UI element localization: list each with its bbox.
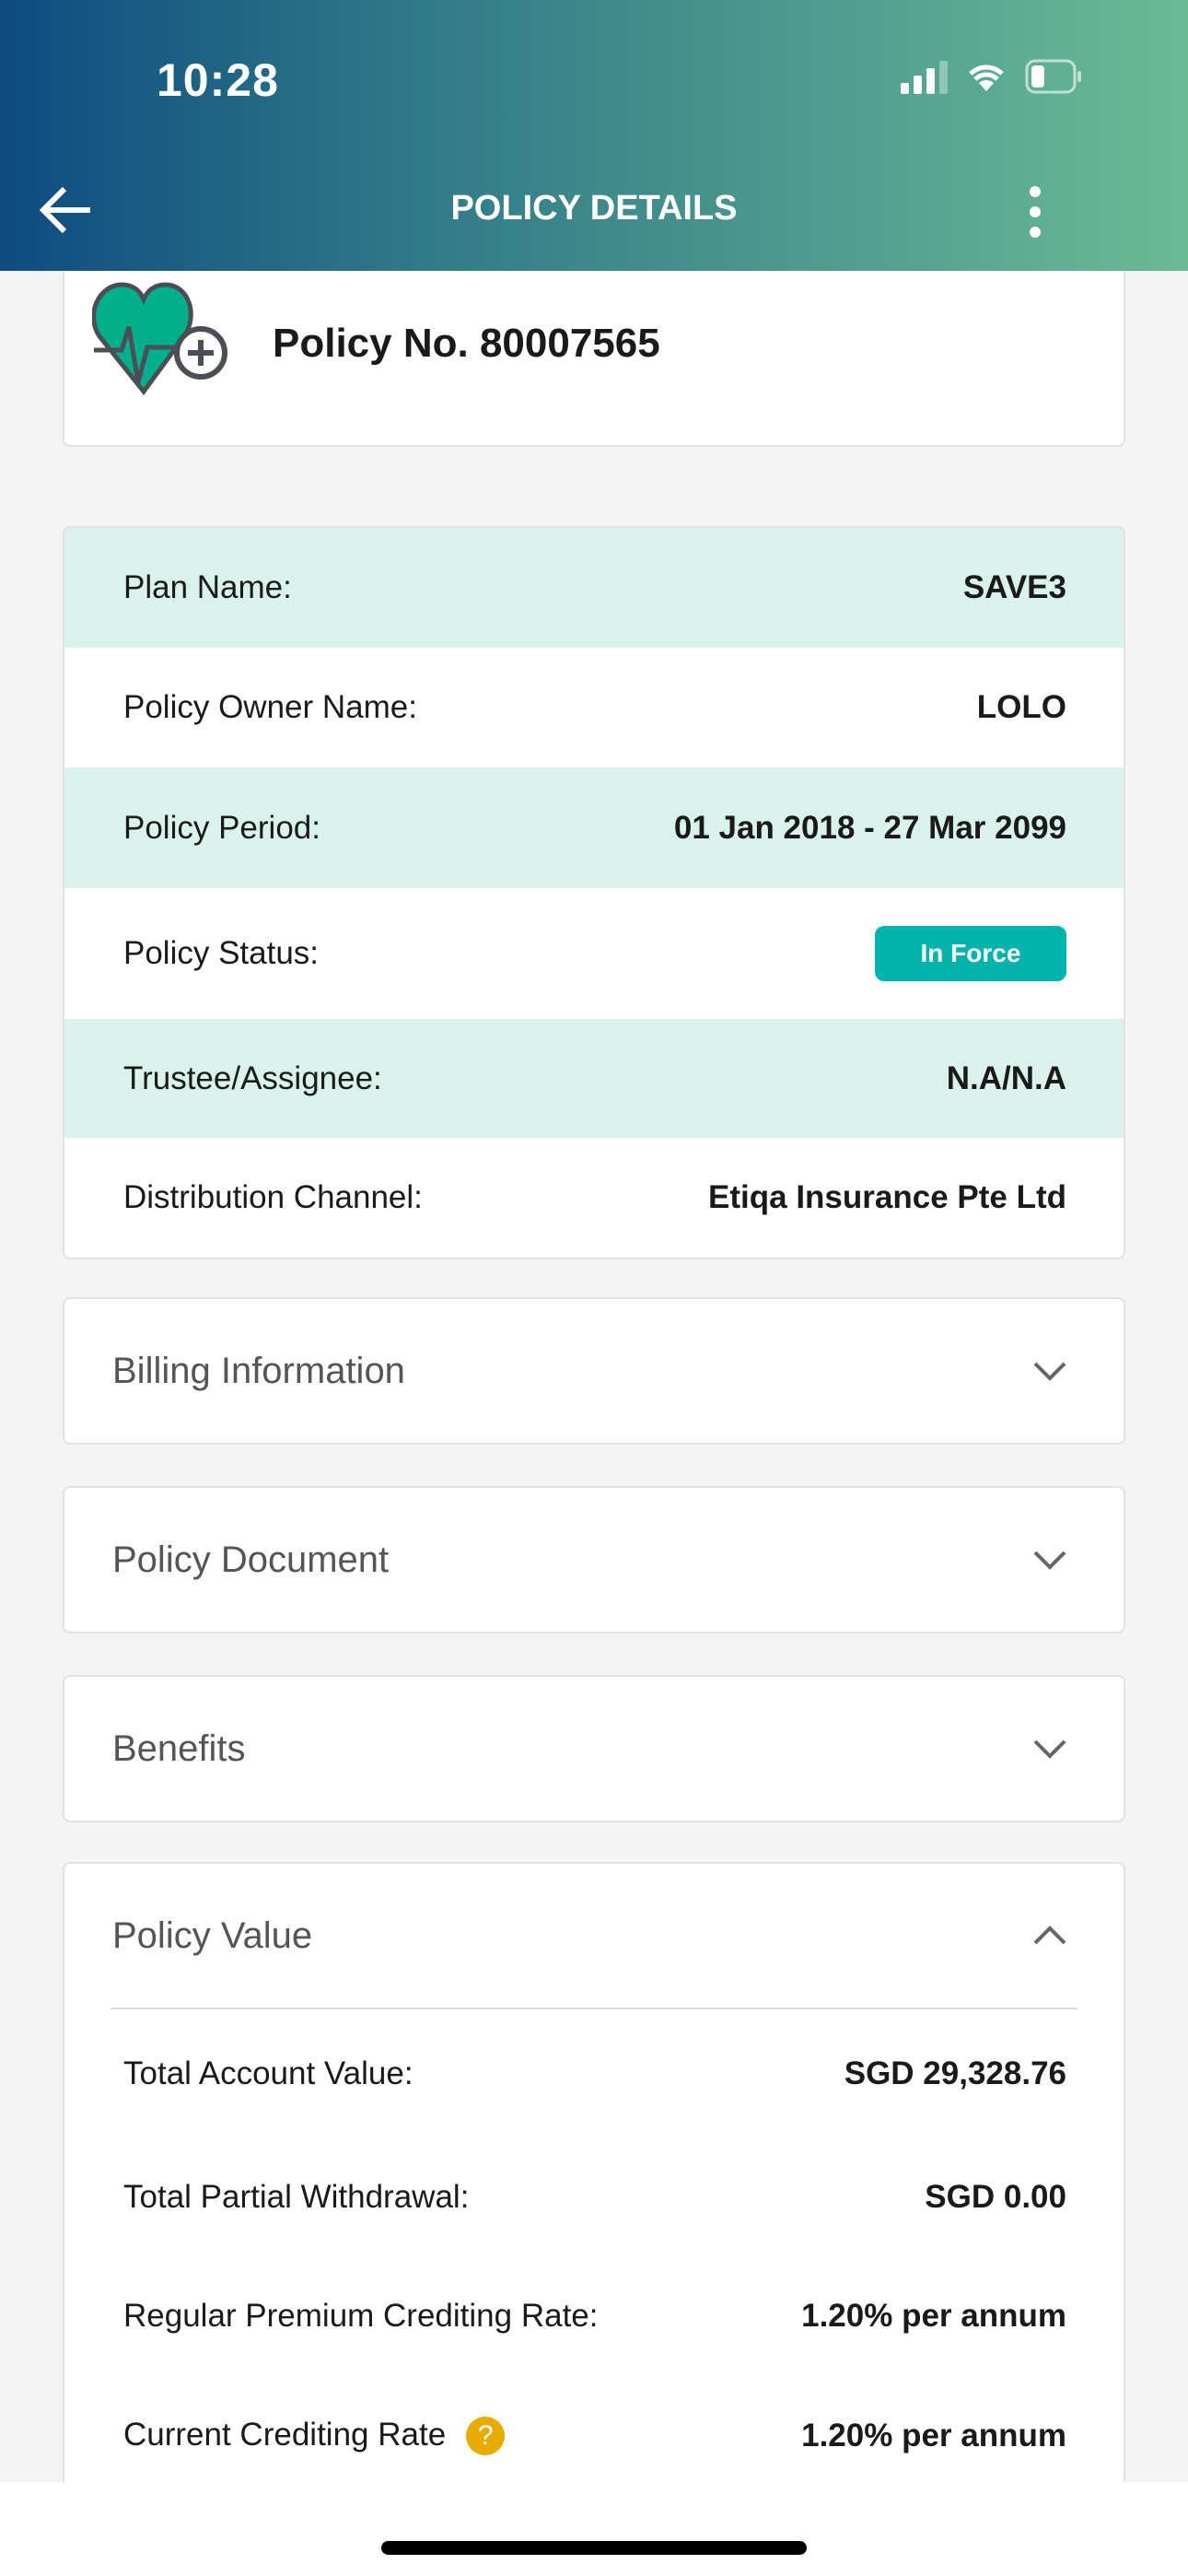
detail-label: Policy Status: <box>123 935 320 971</box>
value-label: Total Account Value: <box>123 2055 413 2091</box>
value-row-partial-withdrawal: Total Partial Withdrawal: SGD 0.00 <box>64 2138 1124 2256</box>
help-icon[interactable]: ? <box>466 2417 506 2456</box>
detail-value: LOLO <box>976 689 1066 725</box>
detail-row-trustee: Trustee/Assignee: N.A/N.A <box>64 1019 1124 1138</box>
heart-plus-icon <box>92 282 227 396</box>
detail-label: Policy Owner Name: <box>123 689 417 725</box>
detail-row-status: Policy Status: In Force <box>64 888 1124 1019</box>
value-label: Total Partial Withdrawal: <box>123 2179 470 2215</box>
value-row-current-rate: Current Crediting Rate? 1.20% per annum <box>64 2376 1124 2496</box>
policy-details-card: Plan Name: SAVE3 Policy Owner Name: LOLO P… <box>63 526 1125 1259</box>
value-amount: 1.20% per annum <box>801 2298 1066 2334</box>
more-vertical-icon[interactable] <box>1022 184 1048 240</box>
detail-label: Policy Period: <box>123 809 320 846</box>
detail-value: SAVE3 <box>962 569 1066 605</box>
accordion-policy-document[interactable]: Policy Document <box>63 1486 1125 1633</box>
value-row-total-account: Total Account Value: SGD 29,328.76 <box>64 2009 1124 2138</box>
accordion-title: Policy Value <box>112 1914 313 1956</box>
detail-row-period: Policy Period: 01 Jan 2018 - 27 Mar 2099 <box>64 767 1124 888</box>
value-amount: SGD 0.00 <box>925 2179 1066 2215</box>
detail-value: N.A/N.A <box>946 1060 1066 1096</box>
status-icons <box>901 59 1082 94</box>
battery-icon <box>1025 59 1081 94</box>
chevron-down-icon <box>1033 1551 1066 1570</box>
detail-label: Plan Name: <box>123 569 292 605</box>
accordion-benefits[interactable]: Benefits <box>63 1675 1125 1822</box>
status-badge: In Force <box>875 926 1066 981</box>
status-time: 10:28 <box>157 54 279 106</box>
chevron-up-icon <box>1033 1926 1066 1945</box>
detail-label: Distribution Channel: <box>123 1179 423 1215</box>
value-amount: SGD 29,328.76 <box>844 2055 1066 2091</box>
accordion-title: Benefits <box>112 1727 246 1769</box>
accordion-title: Policy Document <box>112 1539 390 1580</box>
policy-value-header[interactable]: Policy Value <box>64 1864 1124 2008</box>
page-title: POLICY DETAILS <box>450 189 738 228</box>
detail-row-channel: Distribution Channel: Etiqa Insurance Pte… <box>64 1138 1124 1258</box>
accordion-title: Billing Information <box>112 1350 405 1391</box>
detail-value: 01 Jan 2018 - 27 Mar 2099 <box>673 809 1066 846</box>
accordion-billing-information[interactable]: Billing Information <box>63 1297 1125 1445</box>
detail-value: Etiqa Insurance Pte Ltd <box>708 1179 1066 1215</box>
app-header: 10:28 POLICY DETAILS <box>0 0 1188 271</box>
policy-number: Policy No. 80007565 <box>273 321 660 366</box>
signal-icon <box>901 59 948 94</box>
wifi-icon <box>969 64 1004 91</box>
chevron-down-icon <box>1033 1739 1066 1759</box>
detail-label: Trustee/Assignee: <box>123 1060 382 1096</box>
value-amount: 1.20% per annum <box>801 2418 1066 2453</box>
chevron-down-icon <box>1033 1362 1066 1381</box>
detail-row-owner: Policy Owner Name: LOLO <box>64 648 1124 767</box>
value-label: Regular Premium Crediting Rate: <box>123 2298 599 2334</box>
value-row-regular-rate: Regular Premium Crediting Rate: 1.20% per… <box>64 2256 1124 2376</box>
value-label: Current Crediting Rate <box>123 2416 447 2453</box>
home-indicator[interactable] <box>381 2541 807 2555</box>
accordion-policy-value: Policy Value Total Account Value: SGD 29,… <box>63 1862 1125 2525</box>
bottom-safe-area <box>0 2482 1188 2576</box>
detail-row-plan-name: Plan Name: SAVE3 <box>64 528 1124 648</box>
